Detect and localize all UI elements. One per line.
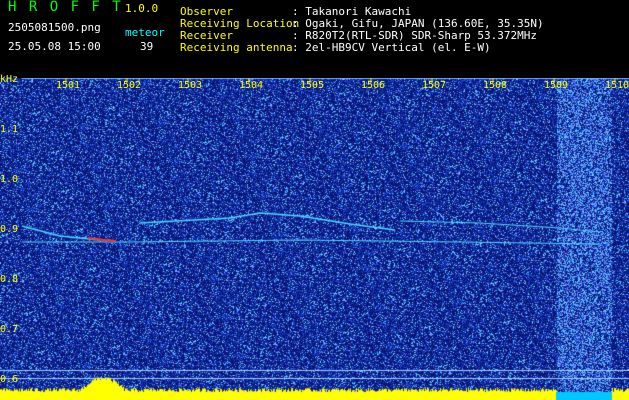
y-tick-label: 0.9 bbox=[0, 224, 19, 235]
y-tick-label: 1.1 bbox=[0, 124, 19, 135]
info-value-antenna: : 2el-HB9CV Vertical (el. E-W) bbox=[292, 41, 491, 54]
x-tick-label: 1510 bbox=[605, 80, 629, 91]
file-name: 2505081500.png bbox=[8, 21, 101, 34]
meteor-label: meteor bbox=[125, 26, 165, 39]
x-tick-label: 1507 bbox=[422, 80, 447, 91]
app-title: H R O F F T bbox=[8, 0, 123, 15]
x-tick-label: 1506 bbox=[361, 80, 386, 91]
x-tick-label: 1505 bbox=[300, 80, 325, 91]
y-axis-unit-label: kHz bbox=[0, 74, 19, 85]
info-label-antenna: Receiving antenna bbox=[180, 41, 293, 54]
y-tick-label: 0.8 bbox=[0, 274, 19, 285]
app-version: 1.0.0 bbox=[125, 2, 159, 15]
x-tick-label: 1509 bbox=[544, 80, 569, 91]
x-tick-label: 1508 bbox=[483, 80, 508, 91]
file-datetime: 25.05.08 15:00 bbox=[8, 40, 101, 53]
y-tick-label: 0.6 bbox=[0, 374, 19, 385]
y-tick-label: 1.0 bbox=[0, 174, 19, 185]
x-tick-label: 1502 bbox=[117, 80, 142, 91]
meteor-count: 39 bbox=[140, 40, 154, 53]
x-tick-label: 1501 bbox=[56, 80, 81, 91]
x-tick-label: 1504 bbox=[239, 80, 264, 91]
spectrogram bbox=[0, 78, 629, 400]
y-tick-label: 0.7 bbox=[0, 324, 19, 335]
x-tick-label: 1503 bbox=[178, 80, 203, 91]
